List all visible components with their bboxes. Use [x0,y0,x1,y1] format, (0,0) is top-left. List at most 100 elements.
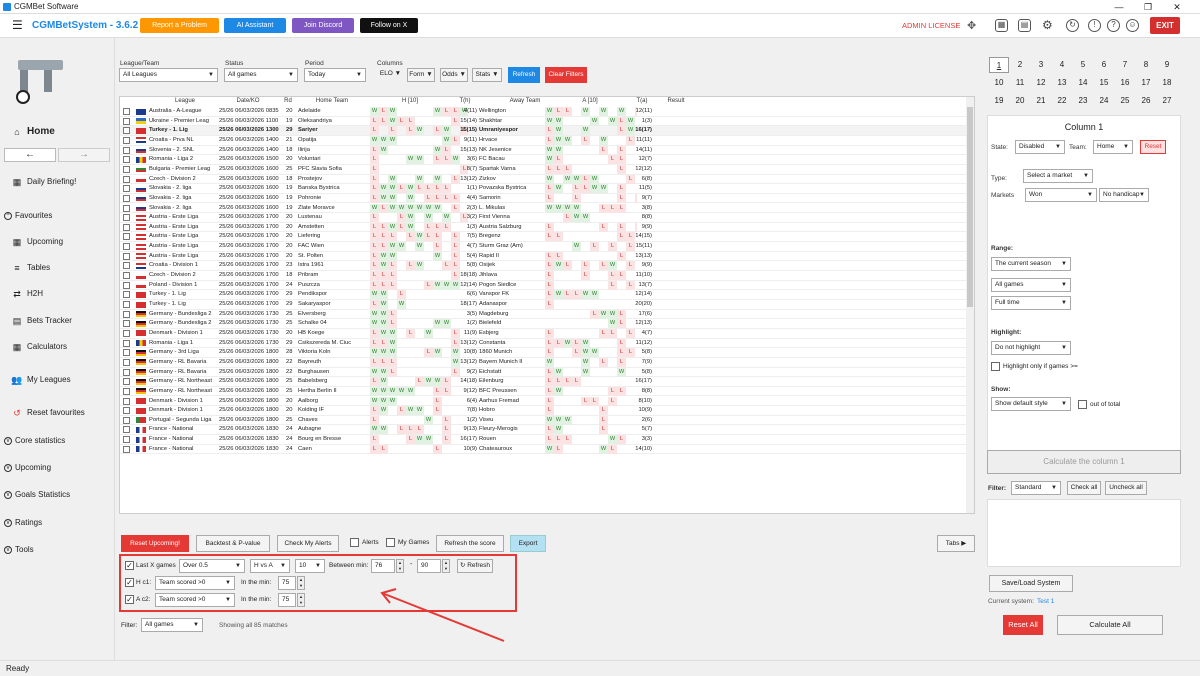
column-number-13[interactable]: 13 [1052,75,1072,91]
out-of-total-checkbox[interactable] [1078,400,1087,409]
table-row[interactable]: Croatia - Division 1 25/26 06/03/2026 170… [120,261,966,272]
away-team-cell[interactable]: BFC Preussen [479,387,549,396]
column-number-15[interactable]: 15 [1094,75,1114,91]
table-row[interactable]: Romania - Liga 2 25/26 06/03/2026 1500 20 V… [120,155,966,165]
table-row[interactable]: Germany - Bundesliga 2 25/26 06/03/2026 1… [120,309,966,320]
home-team-cell[interactable]: Bourg en Bresse [298,435,368,444]
col-header-away[interactable]: Away Team [495,97,555,106]
calculate-column-button[interactable]: Calculate the column 1 [987,450,1181,474]
home-team-cell[interactable]: Sariyer [298,126,368,135]
row-checkbox[interactable] [123,397,130,405]
column-number-24[interactable]: 24 [1094,93,1114,109]
home-team-cell[interactable]: Babelsberg [298,377,368,386]
col-header-h10[interactable]: H [10] [380,97,440,106]
row-checkbox[interactable] [123,223,130,231]
row-checkbox[interactable] [123,339,130,347]
col-header-result[interactable]: Result [662,97,690,106]
help-icon[interactable]: ? [1107,19,1120,32]
row-checkbox[interactable] [123,436,130,444]
away-team-cell[interactable]: Chateauroux [479,445,549,454]
away-team-cell[interactable]: Umraniyespor [479,126,549,135]
away-team-cell[interactable]: Bielefeld [479,319,549,328]
row-checkbox[interactable] [123,108,130,115]
table-row[interactable]: Bulgaria - Premier Leag 25/26 06/03/2026 … [120,164,966,175]
home-team-cell[interactable]: Ilirija [298,146,368,155]
elo-dropdown[interactable]: ELO ▼ [376,68,405,82]
sidebar-item-tables[interactable]: ≡ Tables [0,260,115,276]
table-row[interactable]: Germany - 3rd Liga 25/26 06/03/2026 1800 2… [120,348,966,358]
table-row[interactable]: Germany - RL Northeast 25/26 06/03/2026 1… [120,386,966,397]
h-c1-condition-select[interactable]: Team scored >0 ▼ [155,576,235,590]
column-number-26[interactable]: 26 [1136,93,1156,109]
right-filter-select[interactable]: Standard ▼ [1011,481,1061,495]
row-checkbox[interactable] [123,185,130,193]
row-checkbox[interactable] [123,214,130,222]
col-header-rd[interactable]: Rd [283,97,293,106]
exit-button[interactable]: EXIT [1150,17,1180,34]
home-team-cell[interactable]: Bayreuth [298,358,368,367]
row-checkbox[interactable] [123,310,130,318]
status-select[interactable]: All games ▼ [224,68,298,82]
venue-select[interactable]: H vs A ▼ [250,559,290,573]
away-team-cell[interactable]: 1860 Munich [479,348,549,357]
row-checkbox[interactable] [123,117,130,125]
table-row[interactable]: Ukraine - Premier Leag 25/26 06/03/2026 1… [120,116,966,127]
refresh-button[interactable]: Refresh [508,67,540,83]
home-team-cell[interactable]: Burghausen [298,368,368,377]
table-row[interactable]: Germany - RL Northeast 25/26 06/03/2026 1… [120,377,966,387]
row-checkbox[interactable] [123,358,130,366]
save-load-system-button[interactable]: Save/Load System [989,575,1073,592]
calculator-icon[interactable]: ▦ [995,19,1008,32]
home-team-cell[interactable]: Csikszereda M. Ciuc [298,339,368,348]
row-checkbox[interactable] [123,281,130,289]
column-number-5[interactable]: 5 [1073,57,1093,73]
column-number-27[interactable]: 27 [1157,93,1177,109]
row-checkbox[interactable] [123,262,130,270]
home-team-cell[interactable]: Sakaryaspor [298,300,368,309]
column-number-20[interactable]: 20 [1010,93,1030,109]
away-team-cell[interactable]: Fleury-Merogis [479,425,549,434]
scrollbar-thumb[interactable] [967,107,973,307]
row-checkbox[interactable] [123,243,130,251]
uncheck-all-button[interactable]: Uncheck all [1105,481,1147,495]
row-checkbox[interactable] [123,349,130,357]
home-team-cell[interactable]: Amstetten [298,223,368,232]
nav-back-button[interactable]: ← [4,148,56,162]
export-button[interactable]: Export [510,535,546,552]
tabs-button[interactable]: Tabs ▶ [937,535,975,552]
row-checkbox[interactable] [123,146,130,154]
row-checkbox[interactable] [123,445,130,453]
sidebar-item-my-leagues[interactable]: 👥 My Leagues [0,372,115,388]
column-number-8[interactable]: 8 [1136,57,1156,73]
away-team-cell[interactable]: Osijek [479,261,549,270]
restore-icon[interactable]: ❐ [1134,0,1162,14]
my-games-checkbox[interactable] [386,538,395,547]
state-select[interactable]: Disabled ▼ [1015,140,1065,154]
row-checkbox[interactable] [123,272,130,280]
minimize-icon[interactable]: — [1105,0,1133,14]
table-row[interactable]: Austria - Erste Liga 25/26 06/03/2026 170… [120,232,966,243]
stats-dropdown[interactable]: Stats ▼ [472,68,502,82]
column-number-23[interactable]: 23 [1073,93,1093,109]
refresh-score-button[interactable]: Refresh the score [436,535,504,552]
col-header-home[interactable]: Home Team [302,97,362,106]
period-select[interactable]: Today ▼ [304,68,366,82]
col-header-a10[interactable]: A [10] [560,97,620,106]
column-number-3[interactable]: 3 [1031,57,1051,73]
away-team-cell[interactable]: Aarhus Fremad [479,397,549,406]
h-c1-stepper[interactable]: ▲ ▼ [297,576,305,590]
hamburger-menu-icon[interactable]: ☰ [12,19,23,31]
home-team-cell[interactable]: Oleksandriya [298,117,368,126]
column-number-21[interactable]: 21 [1031,93,1051,109]
column-number-11[interactable]: 11 [1010,75,1030,91]
column-number-2[interactable]: 2 [1010,57,1030,73]
row-checkbox[interactable] [123,329,130,337]
column-number-9[interactable]: 9 [1157,57,1177,73]
table-row[interactable]: Slovakia - 2. liga 25/26 06/03/2026 1600 1… [120,203,966,214]
row-checkbox[interactable] [123,291,130,299]
away-team-cell[interactable]: L. Mikulas [479,204,549,213]
footer-filter-select[interactable]: All games ▼ [141,618,203,632]
a-c2-minute-input[interactable]: 75 [278,593,296,607]
row-checkbox[interactable] [123,407,130,415]
table-row[interactable]: Austria - Erste Liga 25/26 06/03/2026 170… [120,242,966,252]
